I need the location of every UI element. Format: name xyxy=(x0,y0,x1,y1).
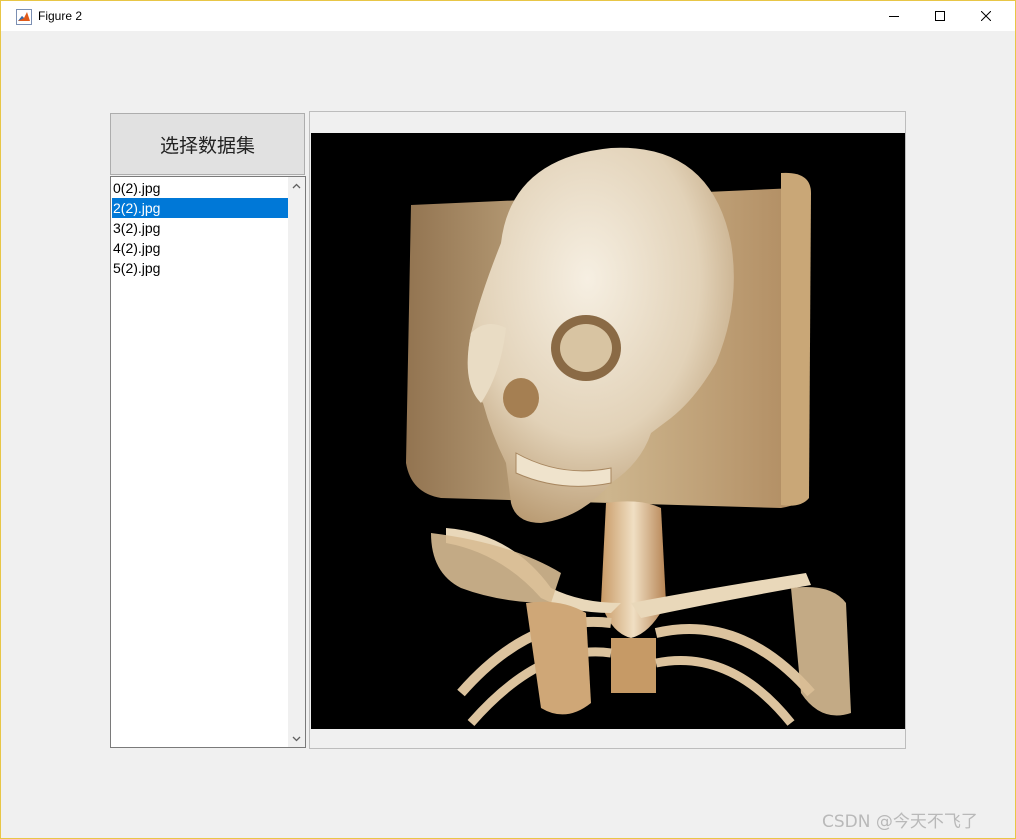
minimize-button[interactable] xyxy=(871,1,917,31)
chevron-up-icon xyxy=(292,183,301,188)
select-dataset-button[interactable]: 选择数据集 xyxy=(110,113,305,175)
maximize-button[interactable] xyxy=(917,1,963,31)
file-list-item[interactable]: 0(2).jpg xyxy=(112,178,289,198)
chevron-down-icon xyxy=(292,736,301,741)
maximize-icon xyxy=(935,11,945,21)
skull-render-graphic xyxy=(406,147,851,726)
file-list-item[interactable]: 5(2).jpg xyxy=(112,258,289,278)
ct-render-image xyxy=(311,133,905,729)
minimize-icon xyxy=(889,16,899,17)
scroll-up-button[interactable] xyxy=(288,177,305,194)
file-list-item[interactable]: 3(2).jpg xyxy=(112,218,289,238)
file-list-item[interactable]: 4(2).jpg xyxy=(112,238,289,258)
csdn-watermark: CSDN @今天不飞了 xyxy=(822,812,978,832)
file-list: 0(2).jpg 2(2).jpg 3(2).jpg 4(2).jpg 5(2).jpg xyxy=(112,178,289,278)
window-title: Figure 2 xyxy=(38,9,83,23)
title-bar[interactable]: Figure 2 xyxy=(1,1,1015,31)
scroll-down-button[interactable] xyxy=(288,730,305,747)
matlab-icon xyxy=(16,9,32,25)
close-button[interactable] xyxy=(963,1,1009,31)
listbox-scrollbar[interactable] xyxy=(288,177,305,747)
file-listbox[interactable]: 0(2).jpg 2(2).jpg 3(2).jpg 4(2).jpg 5(2).jpg xyxy=(110,176,306,748)
close-icon xyxy=(981,11,991,21)
file-list-item[interactable]: 2(2).jpg xyxy=(112,198,289,218)
